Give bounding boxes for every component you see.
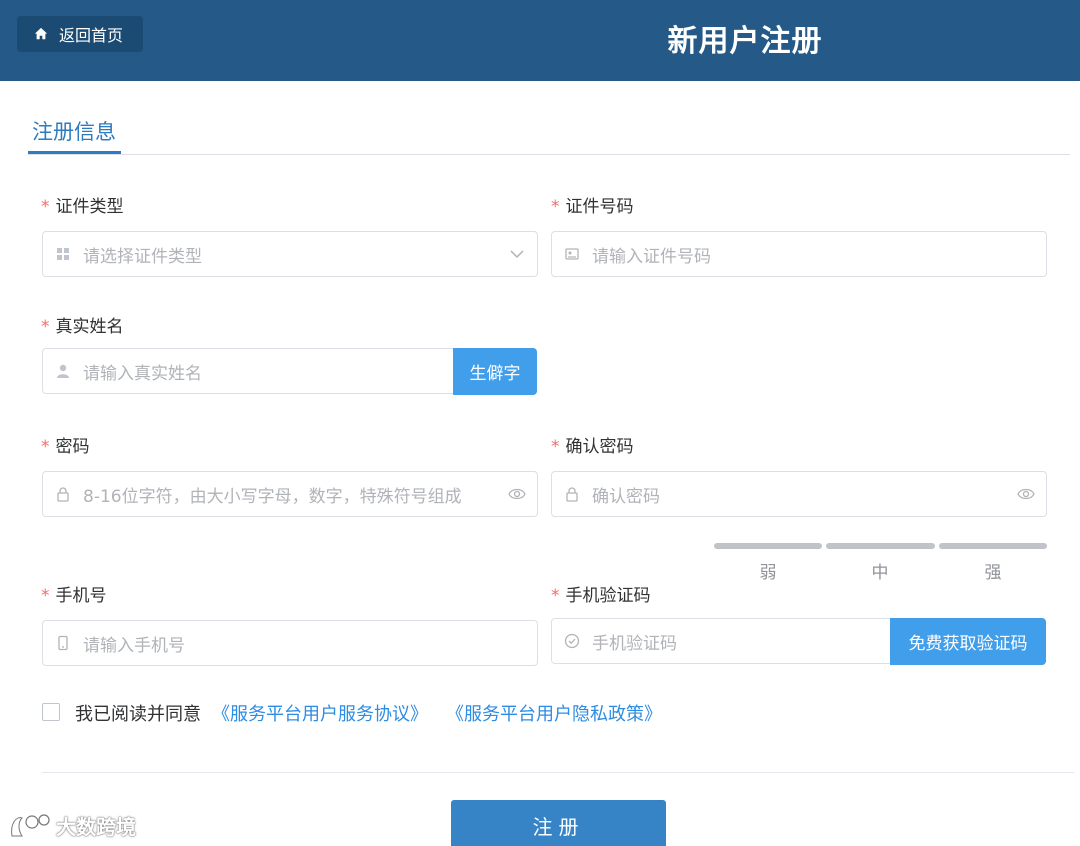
- page-title: 新用户注册: [667, 24, 823, 59]
- tab-registration-info[interactable]: 注册信息: [32, 116, 116, 146]
- sms-code-label: * 手机验证码: [551, 586, 651, 606]
- mobile-phone-icon: [43, 635, 83, 651]
- real-name-input[interactable]: 请输入真实姓名: [42, 348, 454, 394]
- watermark-text: 大数跨境: [56, 814, 136, 839]
- sms-code-placeholder: 手机验证码: [592, 633, 677, 654]
- agreement-text: 我已阅读并同意: [75, 704, 201, 725]
- confirm-password-label: * 确认密码: [551, 437, 634, 457]
- password-input[interactable]: 8-16位字符，由大小写字母，数字，特殊符号组成: [42, 471, 538, 517]
- rare-character-button[interactable]: 生僻字: [453, 348, 537, 395]
- id-type-placeholder: 请选择证件类型: [83, 246, 202, 267]
- real-name-label: * 真实姓名: [41, 317, 124, 337]
- phone-input[interactable]: 请输入手机号: [42, 620, 538, 666]
- phone-placeholder: 请输入手机号: [83, 635, 185, 656]
- grid-icon: [43, 246, 83, 262]
- watermark-logo-icon: [11, 814, 50, 837]
- id-number-placeholder: 请输入证件号码: [592, 246, 711, 267]
- user-icon: [43, 363, 83, 379]
- confirm-password-placeholder: 确认密码: [592, 486, 660, 507]
- id-number-label: * 证件号码: [551, 197, 634, 217]
- privacy-policy-link[interactable]: 《服务平台用户隐私政策》: [446, 700, 662, 726]
- get-sms-code-button[interactable]: 免费获取验证码: [890, 618, 1046, 665]
- header-bar: 返回首页 新用户注册: [0, 0, 1080, 81]
- id-card-icon: [552, 246, 592, 262]
- phone-label: * 手机号: [41, 586, 107, 606]
- id-type-label: * 证件类型: [41, 197, 124, 217]
- sms-code-input[interactable]: 手机验证码: [551, 618, 891, 664]
- password-placeholder: 8-16位字符，由大小写字母，数字，特殊符号组成: [83, 486, 462, 507]
- lock-icon: [552, 486, 592, 502]
- strength-bar-weak: [714, 543, 822, 549]
- password-label: * 密码: [41, 437, 90, 457]
- strength-bar-medium: [826, 543, 935, 549]
- strength-bar-strong: [939, 543, 1047, 549]
- tab-divider: [28, 154, 1070, 155]
- real-name-placeholder: 请输入真实姓名: [83, 363, 202, 384]
- chevron-down-icon: [497, 245, 537, 263]
- agreement-checkbox[interactable]: [42, 703, 60, 721]
- lock-icon: [43, 486, 83, 502]
- register-button[interactable]: 注册: [451, 800, 666, 846]
- id-number-input[interactable]: 请输入证件号码: [551, 231, 1047, 277]
- footer-divider: [42, 772, 1074, 773]
- id-type-select[interactable]: 请选择证件类型: [42, 231, 538, 277]
- eye-icon[interactable]: [1006, 485, 1046, 503]
- strength-label-medium: 中: [871, 563, 889, 583]
- service-agreement-link[interactable]: 《服务平台用户服务协议》: [212, 700, 428, 726]
- strength-label-strong: 强: [984, 563, 1002, 583]
- eye-icon[interactable]: [497, 485, 537, 503]
- strength-label-weak: 弱: [759, 563, 777, 583]
- check-circle-icon: [552, 633, 592, 649]
- confirm-password-input[interactable]: 确认密码: [551, 471, 1047, 517]
- watermark: 大数跨境: [8, 810, 136, 840]
